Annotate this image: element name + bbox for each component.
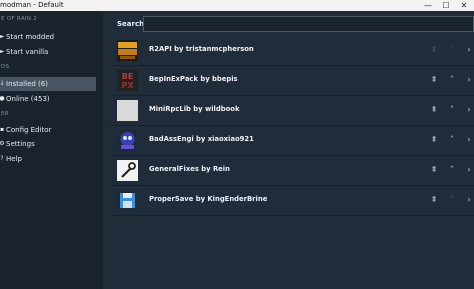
sidebar-item-help[interactable]: ? Help (0, 152, 96, 166)
mod-list-panel: Search: R2API by tristanmcpherson ⇞ ˄ › … (111, 11, 474, 289)
close-button[interactable]: ✕ (456, 0, 472, 11)
move-up-icon: ˄ (450, 195, 454, 204)
minimize-button[interactable]: — (420, 0, 436, 11)
expand-chevron-icon[interactable]: › (464, 164, 474, 176)
maximize-button[interactable]: ☐ (438, 0, 454, 11)
window-title: modman - Default (0, 1, 64, 9)
sidebar-item-label: Online (453) (6, 95, 50, 103)
sidebar-item-config-editor[interactable]: ▪ Config Editor (0, 123, 96, 137)
r2api-logo-icon (117, 40, 138, 61)
sidebar-item-online[interactable]: ● Online (453) (0, 92, 96, 106)
expand-chevron-icon[interactable]: › (464, 134, 474, 146)
help-icon: ? (0, 155, 4, 162)
mod-name: ProperSave by KingEnderBrine (149, 195, 268, 203)
move-top-icon: ⇞ (430, 45, 438, 54)
sidebar-item-settings[interactable]: ⚙ Settings (0, 137, 96, 151)
search-input[interactable] (143, 16, 474, 32)
move-up-icon: ˄ (450, 45, 454, 54)
expand-chevron-icon[interactable]: › (464, 104, 474, 116)
download-icon: ↓ (0, 80, 5, 87)
file-icon: ▪ (0, 126, 5, 133)
mod-row-r2api[interactable]: R2API by tristanmcpherson ⇞ ˄ › (111, 36, 474, 66)
svg-text:BE: BE (122, 72, 134, 81)
mods-section-header: DS (1, 64, 10, 70)
engineer-icon (117, 130, 138, 151)
move-top-icon[interactable]: ⇞ (429, 104, 439, 116)
mod-row-generalfixes[interactable]: GeneralFixes by Rein ⇞ ˄ › (111, 156, 474, 186)
mod-row-bepinexpack[interactable]: BE PX BepInExPack by bbepis ⇞ ˄ › (111, 66, 474, 96)
sidebar: E OF RAIN 2 ► Start modded ► Start vanil… (0, 11, 103, 289)
svg-text:PX: PX (121, 81, 134, 90)
sidebar-item-installed[interactable]: ↓ Installed (6) (0, 77, 96, 91)
expand-chevron-icon[interactable]: › (464, 194, 474, 206)
other-section-header: ER (1, 111, 9, 117)
mod-name: BepInExPack by bbepis (149, 75, 238, 83)
sidebar-item-label: Help (6, 155, 22, 163)
sidebar-item-label: Installed (6) (6, 80, 48, 88)
bepinex-logo-icon: BE PX (117, 70, 138, 91)
floppy-disk-icon (117, 190, 138, 211)
sidebar-item-start-vanilla[interactable]: ► Start vanilla (0, 45, 96, 59)
move-up-icon[interactable]: ˄ (447, 74, 457, 86)
mod-name: GeneralFixes by Rein (149, 165, 230, 173)
sidebar-item-label: Start vanilla (6, 48, 49, 56)
move-top-icon[interactable]: ⇞ (429, 134, 439, 146)
sidebar-item-label: Config Editor (6, 126, 52, 134)
mod-row-minirpclib[interactable]: MiniRpcLib by wildbook ⇞ ˄ › (111, 96, 474, 126)
expand-chevron-icon[interactable]: › (464, 44, 474, 56)
move-top-icon[interactable]: ⇞ (429, 194, 439, 206)
gear-icon: ⚙ (0, 140, 5, 147)
wrench-icon (117, 160, 138, 181)
sidebar-item-start-modded[interactable]: ► Start modded (0, 30, 96, 44)
move-top-icon[interactable]: ⇞ (429, 74, 439, 86)
move-up-icon[interactable]: ˄ (447, 134, 457, 146)
move-up-icon[interactable]: ˄ (447, 104, 457, 116)
move-top-icon[interactable]: ⇞ (429, 164, 439, 176)
globe-icon: ● (0, 95, 5, 102)
sidebar-item-label: Start modded (6, 33, 55, 41)
title-bar: modman - Default — ☐ ✕ (0, 0, 474, 11)
play-icon: ► (0, 48, 5, 55)
mod-name: MiniRpcLib by wildbook (149, 105, 240, 113)
mod-name: BadAssEngi by xiaoxiao921 (149, 135, 254, 143)
expand-chevron-icon[interactable]: › (464, 74, 474, 86)
sidebar-item-label: Settings (6, 140, 35, 148)
move-up-icon[interactable]: ˄ (447, 164, 457, 176)
placeholder-icon (117, 100, 138, 121)
mod-row-propersave[interactable]: ProperSave by KingEnderBrine ⇞ ˄ › (111, 186, 474, 216)
game-section-header: E OF RAIN 2 (1, 16, 38, 22)
mod-row-badassengi[interactable]: BadAssEngi by xiaoxiao921 ⇞ ˄ › (111, 126, 474, 156)
mod-name: R2API by tristanmcpherson (149, 45, 254, 53)
play-icon: ► (0, 33, 5, 40)
